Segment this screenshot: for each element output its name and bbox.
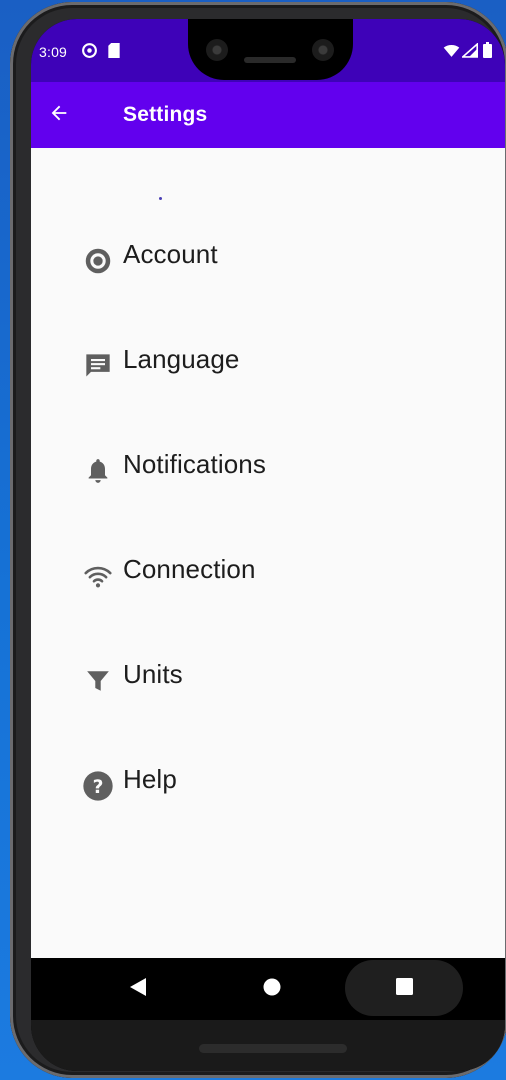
at-sign-icon xyxy=(81,42,98,64)
settings-item-label: Notifications xyxy=(123,448,266,479)
settings-item-help[interactable]: ? Help xyxy=(81,753,461,805)
status-time: 3:09 xyxy=(39,44,68,60)
account-circle-icon xyxy=(81,244,115,278)
wifi-icon xyxy=(81,559,115,593)
settings-item-connection[interactable]: Connection xyxy=(81,543,461,595)
settings-item-label: Units xyxy=(123,658,183,689)
chat-message-icon xyxy=(81,349,115,383)
settings-item-units[interactable]: Units xyxy=(81,648,461,700)
nav-recents-button[interactable] xyxy=(379,964,429,1014)
device-frame: 3:09 Settings Account Language Notificat… xyxy=(10,2,506,1078)
app-bar: Settings xyxy=(31,82,505,148)
device-chin xyxy=(31,1020,505,1071)
status-bar: 3:09 xyxy=(31,19,505,82)
settings-item-label: Account xyxy=(123,238,218,269)
filter-icon xyxy=(81,664,115,698)
system-nav-bar xyxy=(31,958,505,1020)
signal-icon xyxy=(460,42,478,63)
nav-recents-icon xyxy=(395,978,413,1000)
camera-notch xyxy=(188,19,353,80)
battery-icon xyxy=(483,42,492,63)
bell-icon xyxy=(81,454,115,488)
settings-item-label: Help xyxy=(123,763,177,794)
device-screen: 3:09 Settings Account Language Notificat… xyxy=(31,19,505,1071)
settings-item-language[interactable]: Language xyxy=(81,333,461,385)
earpiece-speaker xyxy=(244,57,296,63)
front-camera xyxy=(312,39,334,61)
nav-back-button[interactable] xyxy=(113,964,163,1014)
front-camera xyxy=(206,39,228,61)
nav-back-icon xyxy=(129,977,147,1002)
wifi-icon xyxy=(443,43,460,63)
sd-card-icon xyxy=(107,42,121,64)
nav-home-button[interactable] xyxy=(247,964,297,1014)
settings-item-label: Language xyxy=(123,343,240,374)
settings-item-account[interactable]: Account xyxy=(81,228,461,280)
settings-item-label: Connection xyxy=(123,553,256,584)
page-title: Settings xyxy=(123,103,208,126)
back-button[interactable] xyxy=(39,95,79,135)
settings-list: Account Language Notifications Connectio… xyxy=(31,148,505,958)
stray-dot xyxy=(159,197,162,200)
speaker-grille xyxy=(199,1044,347,1053)
help-circle-icon: ? xyxy=(81,769,115,803)
arrow-back-icon xyxy=(48,102,70,129)
settings-item-notifications[interactable]: Notifications xyxy=(81,438,461,490)
nav-home-icon xyxy=(263,978,281,1001)
svg-text:?: ? xyxy=(93,777,104,798)
